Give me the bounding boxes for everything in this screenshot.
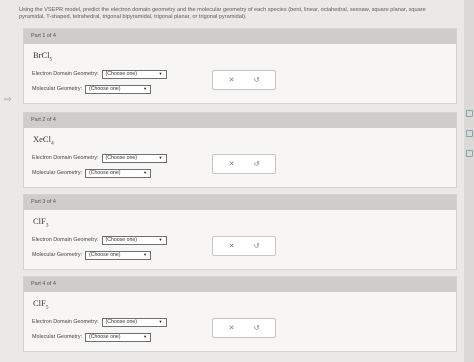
electron-domain-label: Electron Domain Geometry: bbox=[32, 237, 99, 243]
molecular-row: Molecular Geometry: (Choose one) ▼ bbox=[32, 332, 152, 342]
part-header: Part 3 of 4 bbox=[24, 195, 456, 210]
electron-domain-select[interactable]: (Choose one) ▼ bbox=[101, 153, 167, 163]
formula-text: ClF bbox=[33, 298, 46, 308]
formula: BrCl5 bbox=[33, 50, 52, 63]
electron-domain-select[interactable]: (Choose one) ▼ bbox=[101, 69, 167, 79]
clear-button[interactable]: ✕ bbox=[229, 76, 235, 84]
clear-button[interactable]: ✕ bbox=[229, 242, 235, 250]
action-buttons: ✕ ↺ bbox=[212, 236, 276, 256]
formula-text: ClF bbox=[33, 216, 46, 226]
question-instructions: Using the VSEPR model, predict the elect… bbox=[19, 7, 426, 21]
tool-icon[interactable] bbox=[466, 130, 473, 137]
formula: ClF5 bbox=[33, 298, 49, 311]
molecular-row: Molecular Geometry: (Choose one) ▼ bbox=[32, 84, 152, 94]
part-1-panel: Part 1 of 4 BrCl5 Electron Domain Geomet… bbox=[23, 28, 457, 104]
electron-domain-label: Electron Domain Geometry: bbox=[32, 319, 99, 325]
molecular-row: Molecular Geometry: (Choose one) ▼ bbox=[32, 168, 152, 178]
electron-domain-row: Electron Domain Geometry: (Choose one) ▼ bbox=[32, 235, 167, 245]
formula-subscript: 4 bbox=[50, 140, 54, 147]
molecular-label: Molecular Geometry: bbox=[32, 334, 83, 340]
electron-domain-row: Electron Domain Geometry: (Choose one) ▼ bbox=[32, 69, 167, 79]
formula-subscript: 3 bbox=[45, 222, 49, 229]
part-header: Part 4 of 4 bbox=[24, 277, 456, 292]
right-toolbar bbox=[464, 0, 474, 362]
chevron-down-icon: ▼ bbox=[158, 237, 163, 242]
select-value: (Choose one) bbox=[89, 252, 121, 258]
action-buttons: ✕ ↺ bbox=[212, 70, 276, 90]
select-value: (Choose one) bbox=[105, 237, 137, 243]
undo-button[interactable]: ↺ bbox=[254, 242, 260, 250]
undo-button[interactable]: ↺ bbox=[254, 160, 260, 168]
formula-subscript: 5 bbox=[49, 56, 53, 63]
part-header: Part 2 of 4 bbox=[24, 113, 456, 128]
part-header: Part 1 of 4 bbox=[24, 29, 456, 44]
select-value: (Choose one) bbox=[89, 86, 121, 92]
molecular-select[interactable]: (Choose one) ▼ bbox=[85, 250, 152, 260]
molecular-select[interactable]: (Choose one) ▼ bbox=[85, 84, 152, 94]
electron-domain-row: Electron Domain Geometry: (Choose one) ▼ bbox=[32, 153, 167, 163]
chevron-down-icon: ▼ bbox=[158, 155, 163, 160]
chevron-down-icon: ▼ bbox=[143, 86, 148, 91]
formula: ClF3 bbox=[33, 216, 49, 229]
tool-icon[interactable] bbox=[466, 150, 473, 157]
formula-text: BrCl bbox=[33, 50, 50, 60]
electron-domain-label: Electron Domain Geometry: bbox=[32, 71, 99, 77]
select-value: (Choose one) bbox=[89, 170, 121, 176]
formula-subscript: 5 bbox=[45, 304, 49, 311]
formula: XeCl4 bbox=[33, 134, 54, 147]
molecular-select[interactable]: (Choose one) ▼ bbox=[85, 332, 152, 342]
chevron-down-icon: ▼ bbox=[143, 252, 148, 257]
electron-domain-select[interactable]: (Choose one) ▼ bbox=[101, 235, 167, 245]
molecular-row: Molecular Geometry: (Choose one) ▼ bbox=[32, 250, 152, 260]
electron-domain-label: Electron Domain Geometry: bbox=[32, 155, 99, 161]
select-value: (Choose one) bbox=[105, 155, 137, 161]
part-2-panel: Part 2 of 4 XeCl4 Electron Domain Geomet… bbox=[23, 112, 457, 188]
clear-button[interactable]: ✕ bbox=[229, 160, 235, 168]
cursor-arrow-icon: ⇨ bbox=[4, 94, 12, 104]
chevron-down-icon: ▼ bbox=[143, 170, 148, 175]
tool-icon[interactable] bbox=[466, 110, 473, 117]
electron-domain-select[interactable]: (Choose one) ▼ bbox=[101, 317, 167, 327]
molecular-label: Molecular Geometry: bbox=[32, 252, 83, 258]
chevron-down-icon: ▼ bbox=[158, 319, 163, 324]
chevron-down-icon: ▼ bbox=[158, 71, 163, 76]
part-4-panel: Part 4 of 4 ClF5 Electron Domain Geometr… bbox=[23, 276, 457, 352]
select-value: (Choose one) bbox=[105, 71, 137, 77]
molecular-label: Molecular Geometry: bbox=[32, 86, 83, 92]
undo-button[interactable]: ↺ bbox=[254, 76, 260, 84]
chevron-down-icon: ▼ bbox=[143, 334, 148, 339]
action-buttons: ✕ ↺ bbox=[212, 318, 276, 338]
select-value: (Choose one) bbox=[105, 319, 137, 325]
part-3-panel: Part 3 of 4 ClF3 Electron Domain Geometr… bbox=[23, 194, 457, 270]
formula-text: XeCl bbox=[33, 134, 51, 144]
molecular-label: Molecular Geometry: bbox=[32, 170, 83, 176]
electron-domain-row: Electron Domain Geometry: (Choose one) ▼ bbox=[32, 317, 167, 327]
action-buttons: ✕ ↺ bbox=[212, 154, 276, 174]
undo-button[interactable]: ↺ bbox=[254, 324, 260, 332]
select-value: (Choose one) bbox=[89, 334, 121, 340]
molecular-select[interactable]: (Choose one) ▼ bbox=[85, 168, 152, 178]
clear-button[interactable]: ✕ bbox=[229, 324, 235, 332]
